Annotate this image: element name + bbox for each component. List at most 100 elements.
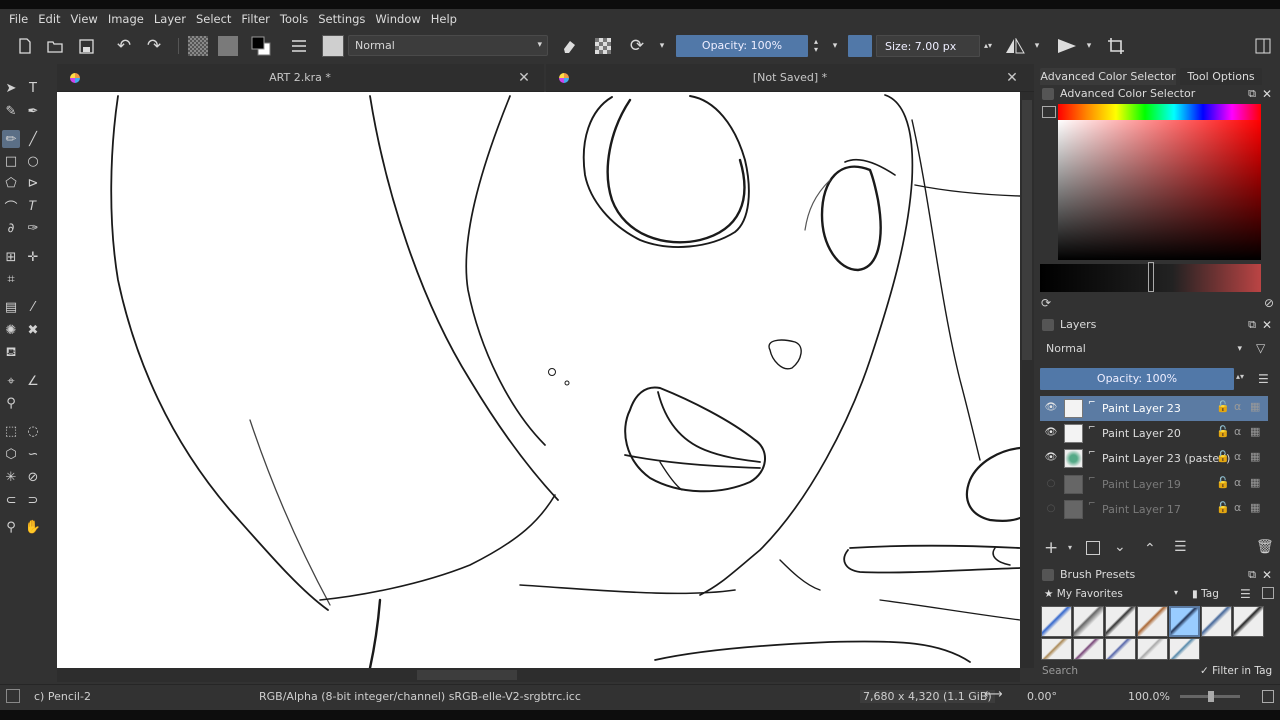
save-icon[interactable] — [75, 35, 97, 57]
eye-closed-icon[interactable]: ○ — [1044, 503, 1058, 515]
duplicate-layer-icon[interactable] — [1086, 541, 1100, 555]
layer-properties-icon[interactable]: ☰ — [1174, 539, 1187, 555]
eye-icon[interactable]: 👁 — [1044, 402, 1058, 414]
brush-preset-item[interactable] — [1073, 638, 1104, 660]
filter-in-tag-checkbox[interactable]: ✓ Filter in Tag — [1200, 662, 1272, 680]
layer-row[interactable]: ○ ⌐ Paint Layer 19 🔓 α ▦ — [1040, 472, 1268, 497]
layer-row[interactable]: 👁 ⌐ Paint Layer 23 (pasted) 🔓 α ▦ — [1040, 446, 1268, 471]
blend-mode-select[interactable]: Normal ▾ — [348, 35, 548, 56]
color-settings-icon[interactable] — [1042, 106, 1056, 118]
line-tool-icon[interactable]: ╱ — [24, 130, 42, 148]
zoom-slider[interactable] — [1180, 691, 1240, 702]
menu-file[interactable]: File — [4, 9, 33, 29]
brush-preset-item[interactable] — [1105, 606, 1136, 637]
crop-wrap-icon[interactable] — [1104, 35, 1128, 57]
eye-closed-icon[interactable]: ○ — [1044, 478, 1058, 490]
lock-icon[interactable]: 🔓 — [1216, 501, 1230, 514]
menu-window[interactable]: Window — [370, 9, 425, 29]
brush-preset-item[interactable] — [1201, 606, 1232, 637]
chevron-down-icon[interactable]: ▾ — [655, 35, 669, 57]
close-icon[interactable]: ✕ — [514, 64, 534, 92]
freehand-select-icon[interactable]: ∽ — [24, 445, 42, 463]
menu-select[interactable]: Select — [191, 9, 236, 29]
mirror-horizontal-icon[interactable] — [1003, 35, 1027, 57]
brush-preset-item[interactable] — [1105, 638, 1136, 660]
tab-art-2[interactable]: ART 2.kra * — [90, 64, 510, 92]
bezier-tool-icon[interactable]: ⌒ — [2, 197, 20, 216]
move-layer-up-icon[interactable]: ⌃ — [1144, 541, 1156, 557]
chevron-down-icon[interactable]: ▾ — [1068, 543, 1072, 552]
gradient-tool-icon[interactable]: ▤ — [2, 298, 20, 316]
contiguous-select-icon[interactable]: ✳ — [2, 468, 20, 486]
open-document-icon[interactable] — [44, 35, 66, 57]
layer-row[interactable]: 👁 ⌐ Paint Layer 23 🔓 α ▦ — [1040, 396, 1268, 421]
lock-icon[interactable]: 🔓 — [1216, 425, 1230, 438]
fill-tool-icon[interactable]: ⛾ — [2, 344, 20, 362]
size-spinner[interactable]: ▴▾ — [981, 35, 995, 57]
tab-not-saved[interactable]: [Not Saved] * — [580, 64, 1000, 92]
reference-tool-icon[interactable]: ⚲ — [2, 394, 20, 412]
inherit-alpha-icon[interactable]: ▦ — [1250, 476, 1260, 489]
lock-icon[interactable] — [1042, 569, 1054, 581]
float-panel-icon[interactable]: ⧉ — [1248, 316, 1256, 334]
float-panel-icon[interactable]: ⧉ — [1248, 85, 1256, 103]
close-icon[interactable]: ✕ — [1002, 64, 1022, 92]
fullscreen-icon[interactable] — [1262, 690, 1274, 703]
polygon-tool-icon[interactable]: ⬠ — [2, 174, 20, 192]
alpha-icon[interactable]: α — [1234, 450, 1241, 463]
menu-image[interactable]: Image — [103, 9, 149, 29]
move-tool-icon[interactable]: ✛ — [24, 248, 42, 266]
brush-preset-item[interactable] — [1137, 606, 1168, 637]
move-layer-down-icon[interactable]: ⌄ — [1114, 539, 1126, 555]
inherit-alpha-icon[interactable]: ▦ — [1250, 450, 1260, 463]
hue-strip[interactable] — [1058, 104, 1261, 120]
brush-preset-item[interactable] — [1233, 606, 1264, 637]
panel-layout-icon[interactable] — [1252, 35, 1274, 57]
close-icon[interactable]: ✕ — [1262, 85, 1272, 103]
reload-preset-icon[interactable]: ⟳ — [626, 35, 648, 57]
menu-view[interactable]: View — [66, 9, 103, 29]
colorspace-label[interactable]: RGB/Alpha (8-bit integer/channel) sRGB-e… — [259, 690, 581, 703]
alpha-icon[interactable]: α — [1234, 476, 1241, 489]
brush-preset-item[interactable] — [1041, 638, 1072, 660]
mirror-vertical-icon[interactable] — [1055, 35, 1079, 57]
chevron-down-icon[interactable]: ▾ — [1030, 35, 1044, 57]
preserve-alpha-icon[interactable] — [592, 35, 614, 57]
smart-patch-icon[interactable]: ✖ — [24, 321, 42, 339]
menu-layer[interactable]: Layer — [149, 9, 191, 29]
measure-tool-icon[interactable]: ∠ — [24, 372, 42, 390]
color-slider-handle[interactable] — [1148, 262, 1154, 292]
inherit-alpha-icon[interactable]: ▦ — [1250, 400, 1260, 413]
foreground-background-color-icon[interactable] — [248, 35, 276, 57]
polygon-select-icon[interactable]: ⬡ — [2, 445, 20, 463]
flow-slider[interactable] — [848, 35, 872, 57]
close-icon[interactable]: ✕ — [1262, 316, 1272, 334]
tab-tool-options[interactable]: Tool Options — [1180, 68, 1262, 85]
freehand-path-icon[interactable]: 𝛵 — [24, 197, 42, 215]
menu-icon[interactable]: ☰ — [1258, 372, 1269, 386]
ellipse-tool-icon[interactable]: ○ — [24, 152, 42, 170]
tag-button[interactable]: ▮ Tag — [1192, 588, 1219, 600]
eye-icon[interactable]: 👁 — [1044, 427, 1058, 439]
brush-tag-select[interactable]: ★ My Favorites ▾ — [1044, 588, 1184, 604]
size-slider[interactable]: Size: 7.00 px — [876, 35, 980, 57]
layer-opacity-slider[interactable]: Opacity: 100% — [1040, 368, 1234, 390]
vertical-scrollbar[interactable] — [1020, 92, 1034, 668]
menu-settings[interactable]: Settings — [313, 9, 370, 29]
chevron-down-icon[interactable]: ▾ — [828, 35, 842, 57]
freehand-brush-icon[interactable]: ✏ — [2, 130, 20, 148]
calligraphy-icon[interactable]: ✒ — [24, 102, 42, 120]
opacity-spinner[interactable]: ▴ ▾ — [809, 35, 823, 57]
inherit-alpha-icon[interactable]: ▦ — [1250, 425, 1260, 438]
lock-icon[interactable] — [1042, 88, 1054, 100]
selection-mode-icon[interactable] — [6, 689, 20, 703]
refresh-icon[interactable]: ⟳ — [1041, 296, 1051, 310]
drawing-canvas[interactable] — [57, 92, 1020, 668]
multibrush-icon[interactable]: ✑ — [24, 219, 42, 237]
bezier-select-icon[interactable]: ⊂ — [2, 491, 20, 509]
rotation-value[interactable]: 0.00° — [1027, 690, 1057, 703]
new-document-icon[interactable] — [14, 35, 36, 57]
lock-icon[interactable] — [1042, 319, 1054, 331]
alpha-icon[interactable]: α — [1234, 400, 1241, 413]
fill-gradient-icon[interactable] — [186, 35, 210, 57]
